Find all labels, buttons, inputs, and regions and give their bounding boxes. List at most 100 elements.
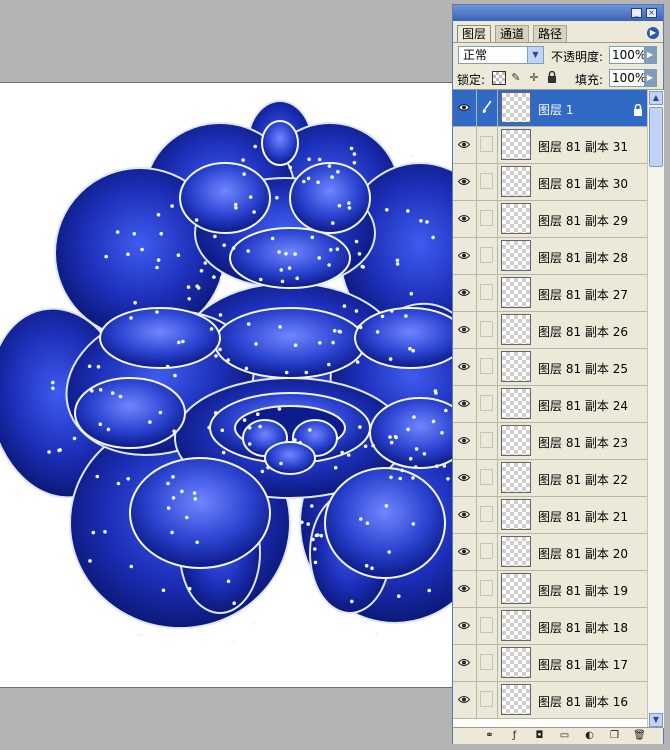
- link-cell[interactable]: [477, 90, 498, 126]
- link-cell[interactable]: [477, 497, 498, 533]
- layer-thumbnail[interactable]: [501, 573, 531, 604]
- layer-row[interactable]: 图层 81 副本 19: [453, 571, 647, 608]
- layer-thumbnail[interactable]: [501, 536, 531, 567]
- link-cell[interactable]: [477, 423, 498, 459]
- link-cell[interactable]: [477, 386, 498, 422]
- layer-row[interactable]: 图层 81 副本 26: [453, 312, 647, 349]
- layer-style-icon[interactable]: ƒ: [508, 730, 521, 742]
- link-cell[interactable]: [477, 534, 498, 570]
- visibility-toggle[interactable]: [453, 423, 477, 459]
- layer-name[interactable]: 图层 81 副本 22: [538, 471, 628, 488]
- visibility-toggle[interactable]: [453, 497, 477, 533]
- layer-name[interactable]: 图层 81 副本 20: [538, 545, 628, 562]
- layer-name[interactable]: 图层 81 副本 21: [538, 508, 628, 525]
- layer-row[interactable]: 图层 81 副本 30: [453, 164, 647, 201]
- layer-thumbnail[interactable]: [501, 647, 531, 678]
- layer-thumbnail[interactable]: [501, 462, 531, 493]
- link-cell[interactable]: [477, 275, 498, 311]
- visibility-toggle[interactable]: [453, 386, 477, 422]
- layer-thumbnail[interactable]: [501, 499, 531, 530]
- tab-paths[interactable]: 路径: [533, 25, 568, 42]
- panel-menu-icon[interactable]: ▶: [647, 27, 659, 39]
- link-icon[interactable]: ⚭: [483, 730, 496, 742]
- layer-name[interactable]: 图层 81 副本 26: [538, 323, 628, 340]
- visibility-toggle[interactable]: [453, 312, 477, 348]
- layer-row[interactable]: 图层 81 副本 20: [453, 534, 647, 571]
- visibility-toggle[interactable]: [453, 460, 477, 496]
- layer-row[interactable]: 图层 1: [453, 90, 647, 127]
- layer-name[interactable]: 图层 81 副本 31: [538, 138, 628, 155]
- layer-name[interactable]: 图层 81 副本 29: [538, 212, 628, 229]
- visibility-toggle[interactable]: [453, 90, 477, 126]
- opacity-slider-icon[interactable]: ▶: [644, 47, 656, 63]
- close-icon[interactable]: ×: [646, 8, 657, 18]
- fill-slider-icon[interactable]: ▶: [644, 70, 656, 86]
- visibility-toggle[interactable]: [453, 645, 477, 681]
- tab-layers[interactable]: 图层: [457, 25, 492, 42]
- scroll-thumb[interactable]: [649, 107, 663, 167]
- opacity-field[interactable]: 100% ▶: [609, 46, 657, 64]
- layer-thumbnail[interactable]: [501, 240, 531, 271]
- link-cell[interactable]: [477, 608, 498, 644]
- new-layer-icon[interactable]: ❐: [608, 730, 621, 742]
- link-cell[interactable]: [477, 460, 498, 496]
- layer-row[interactable]: 图层 81 副本 25: [453, 349, 647, 386]
- brush-icon[interactable]: ✎: [509, 71, 523, 85]
- fill-field[interactable]: 100% ▶: [609, 69, 657, 87]
- layer-thumbnail[interactable]: [501, 351, 531, 382]
- blend-mode-select[interactable]: 正常 ▼: [458, 46, 544, 64]
- layer-name[interactable]: 图层 81 副本 24: [538, 397, 628, 414]
- layer-thumbnail[interactable]: [501, 610, 531, 641]
- document-canvas[interactable]: [0, 82, 452, 688]
- visibility-toggle[interactable]: [453, 127, 477, 163]
- link-cell[interactable]: [477, 349, 498, 385]
- layer-row[interactable]: 图层 81 副本 23: [453, 423, 647, 460]
- scroll-down-icon[interactable]: ▼: [649, 713, 663, 727]
- link-cell[interactable]: [477, 682, 498, 718]
- visibility-toggle[interactable]: [453, 349, 477, 385]
- mask-icon[interactable]: ◘: [533, 730, 546, 742]
- layer-name[interactable]: 图层 81 副本 27: [538, 286, 628, 303]
- scroll-up-icon[interactable]: ▲: [649, 91, 663, 105]
- chevron-down-icon[interactable]: ▼: [527, 47, 543, 63]
- tab-channels[interactable]: 通道: [495, 25, 530, 42]
- link-cell[interactable]: [477, 645, 498, 681]
- lock-all-icon[interactable]: [545, 70, 559, 85]
- visibility-toggle[interactable]: [453, 238, 477, 274]
- layer-thumbnail[interactable]: [501, 92, 531, 123]
- panel-titlebar[interactable]: _ ×: [453, 5, 663, 21]
- visibility-toggle[interactable]: [453, 608, 477, 644]
- visibility-toggle[interactable]: [453, 571, 477, 607]
- visibility-toggle[interactable]: [453, 164, 477, 200]
- layers-scrollbar[interactable]: ▲ ▼: [647, 90, 664, 728]
- move-icon[interactable]: ✛: [527, 71, 541, 85]
- layer-thumbnail[interactable]: [501, 203, 531, 234]
- layer-name[interactable]: 图层 1: [538, 101, 573, 118]
- layer-thumbnail[interactable]: [501, 166, 531, 197]
- layer-thumbnail[interactable]: [501, 425, 531, 456]
- visibility-toggle[interactable]: [453, 275, 477, 311]
- layer-row[interactable]: 图层 81 副本 17: [453, 645, 647, 682]
- link-cell[interactable]: [477, 312, 498, 348]
- layer-thumbnail[interactable]: [501, 684, 531, 715]
- layer-thumbnail[interactable]: [501, 314, 531, 345]
- layer-name[interactable]: 图层 81 副本 17: [538, 656, 628, 673]
- visibility-toggle[interactable]: [453, 682, 477, 718]
- visibility-toggle[interactable]: [453, 534, 477, 570]
- layer-row[interactable]: 图层 81 副本 18: [453, 608, 647, 645]
- layer-name[interactable]: 图层 81 副本 23: [538, 434, 628, 451]
- layer-row[interactable]: 图层 81 副本 21: [453, 497, 647, 534]
- link-cell[interactable]: [477, 127, 498, 163]
- trash-icon[interactable]: 🗑: [633, 730, 646, 742]
- new-group-icon[interactable]: ▭: [558, 730, 571, 742]
- layer-row[interactable]: 图层 81 副本 28: [453, 238, 647, 275]
- layer-row[interactable]: 图层 81 副本 29: [453, 201, 647, 238]
- link-cell[interactable]: [477, 201, 498, 237]
- layer-row[interactable]: 图层 81 副本 24: [453, 386, 647, 423]
- layer-row[interactable]: 图层 81 副本 27: [453, 275, 647, 312]
- layer-name[interactable]: 图层 81 副本 16: [538, 693, 628, 710]
- layer-row[interactable]: 图层 81 副本 31: [453, 127, 647, 164]
- layer-row[interactable]: 图层 81 副本 22: [453, 460, 647, 497]
- link-cell[interactable]: [477, 571, 498, 607]
- adjustment-icon[interactable]: ◐: [583, 730, 596, 742]
